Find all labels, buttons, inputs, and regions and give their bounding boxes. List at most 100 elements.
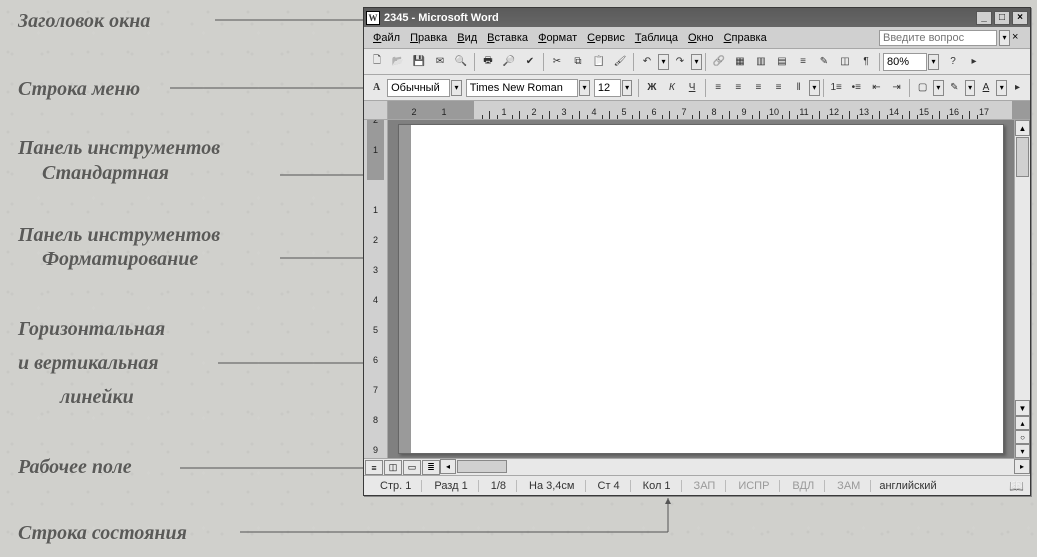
status-rec[interactable]: ЗАП	[684, 480, 727, 492]
scroll-thumb[interactable]	[1016, 137, 1029, 177]
hyperlink-icon[interactable]: 🔗	[709, 52, 729, 72]
menubar: Файл Правка Вид Вставка Формат Сервис Та…	[364, 27, 1030, 49]
close-button[interactable]: ×	[1012, 11, 1028, 25]
ask-question-input[interactable]	[879, 30, 997, 46]
scroll-right-icon[interactable]: ▸	[1014, 459, 1030, 474]
label-titlebar: Заголовок окна	[18, 10, 150, 33]
horizontal-ruler[interactable]: 211234567891011121314151617	[388, 101, 1030, 120]
borders-icon[interactable]: ▢	[913, 78, 932, 98]
paste-icon[interactable]: 📋	[589, 52, 609, 72]
prev-page-icon[interactable]: ▴	[1015, 416, 1030, 430]
save-icon[interactable]: 💾	[409, 52, 429, 72]
new-icon[interactable]: 🗋	[367, 52, 387, 72]
status-page: Стр. 1	[370, 480, 422, 492]
insert-table-icon[interactable]: ▥	[751, 52, 771, 72]
align-justify-icon[interactable]: ≡	[769, 78, 788, 98]
scroll-down-icon[interactable]: ▼	[1015, 400, 1030, 416]
indent-icon[interactable]: ⇥	[887, 78, 906, 98]
vertical-scrollbar[interactable]: ▲ ▼ ▴ ○ ▾	[1014, 120, 1030, 458]
numbered-list-icon[interactable]: 1≡	[827, 78, 846, 98]
view-web-icon[interactable]: ◫	[384, 460, 402, 475]
menu-format[interactable]: Формат	[533, 30, 582, 46]
redo-icon[interactable]: ↷	[670, 52, 690, 72]
format-painter-icon[interactable]: 🖌	[610, 52, 630, 72]
fontsize-combo[interactable]: 12	[594, 79, 621, 97]
spellcheck-icon[interactable]: ✔	[520, 52, 540, 72]
align-left-icon[interactable]: ≡	[709, 78, 728, 98]
menu-edit[interactable]: Правка	[405, 30, 452, 46]
menu-window[interactable]: Окно	[683, 30, 719, 46]
copy-icon[interactable]: ⧉	[568, 52, 588, 72]
spell-status-icon[interactable]: 📖	[1009, 479, 1024, 493]
scroll-up-icon[interactable]: ▲	[1015, 120, 1030, 136]
font-combo[interactable]: Times New Roman	[466, 79, 579, 97]
minimize-button[interactable]: _	[976, 11, 992, 25]
next-page-icon[interactable]: ▾	[1015, 444, 1030, 458]
view-print-icon[interactable]: ▭	[403, 460, 421, 475]
align-center-icon[interactable]: ≡	[729, 78, 748, 98]
zoom-dropdown[interactable]: ▾	[928, 54, 939, 70]
menu-view[interactable]: Вид	[452, 30, 482, 46]
font-color-dropdown[interactable]: ▾	[996, 80, 1007, 96]
pilcrow-icon[interactable]: ¶	[856, 52, 876, 72]
search-icon[interactable]: 🔍	[451, 52, 471, 72]
toolbar-more-icon[interactable]: ▸	[964, 52, 984, 72]
line-spacing-dropdown[interactable]: ▾	[809, 80, 820, 96]
columns-icon[interactable]: ≡	[793, 52, 813, 72]
bold-button[interactable]: Ж	[642, 78, 661, 98]
undo-icon[interactable]: ↶	[637, 52, 657, 72]
highlight-icon[interactable]: ✎	[945, 78, 964, 98]
style-dropdown[interactable]: ▾	[451, 80, 462, 96]
titlebar[interactable]: W 2345 - Microsoft Word _ □ ×	[364, 8, 1030, 27]
toolbar-fmt-more-icon[interactable]: ▸	[1008, 78, 1027, 98]
open-icon[interactable]: 📂	[388, 52, 408, 72]
menu-close-icon[interactable]: ×	[1012, 31, 1026, 45]
status-ovr[interactable]: ЗАМ	[827, 480, 871, 492]
browse-object-icon[interactable]: ○	[1015, 430, 1030, 444]
zoom-combo[interactable]: 80%	[883, 53, 927, 71]
menu-table[interactable]: Таблица	[630, 30, 683, 46]
tables-borders-icon[interactable]: ▦	[730, 52, 750, 72]
font-color-icon[interactable]: A	[976, 78, 995, 98]
borders-dropdown[interactable]: ▾	[933, 80, 944, 96]
page[interactable]	[398, 124, 1004, 454]
status-trk[interactable]: ИСПР	[728, 480, 780, 492]
menu-insert[interactable]: Вставка	[482, 30, 533, 46]
status-language[interactable]: английский	[879, 480, 936, 492]
highlight-dropdown[interactable]: ▾	[965, 80, 976, 96]
view-outline-icon[interactable]: ≣	[422, 460, 440, 475]
status-ext[interactable]: ВДЛ	[782, 480, 825, 492]
excel-icon[interactable]: ▤	[772, 52, 792, 72]
label-toolbar-fmt-1: Панель инструментов	[18, 224, 220, 247]
hscroll-thumb[interactable]	[457, 460, 507, 473]
mail-icon[interactable]: ✉	[430, 52, 450, 72]
italic-button[interactable]: К	[662, 78, 681, 98]
align-right-icon[interactable]: ≡	[749, 78, 768, 98]
view-normal-icon[interactable]: ≡	[365, 460, 383, 475]
cut-icon[interactable]: ✂	[547, 52, 567, 72]
fontsize-dropdown[interactable]: ▾	[622, 80, 633, 96]
scroll-left-icon[interactable]: ◂	[440, 459, 456, 474]
menu-file[interactable]: Файл	[368, 30, 405, 46]
ask-dropdown[interactable]: ▾	[999, 30, 1010, 46]
style-combo[interactable]: Обычный	[387, 79, 450, 97]
help-icon[interactable]: ?	[943, 52, 963, 72]
drawing-icon[interactable]: ✎	[814, 52, 834, 72]
line-spacing-icon[interactable]: ‖	[789, 78, 808, 98]
horizontal-scrollbar[interactable]: ◂ ▸	[440, 459, 1030, 475]
menu-help[interactable]: Справка	[719, 30, 772, 46]
outdent-icon[interactable]: ⇤	[867, 78, 886, 98]
underline-button[interactable]: Ч	[683, 78, 702, 98]
font-dropdown[interactable]: ▾	[579, 80, 590, 96]
styles-icon[interactable]: A	[367, 78, 386, 98]
document-area[interactable]: ▲ ▼ ▴ ○ ▾	[388, 120, 1030, 458]
print-icon[interactable]: 🖶	[478, 52, 498, 72]
preview-icon[interactable]: 🔎	[499, 52, 519, 72]
bulleted-list-icon[interactable]: •≡	[847, 78, 866, 98]
redo-dropdown[interactable]: ▾	[691, 54, 702, 70]
maximize-button[interactable]: □	[994, 11, 1010, 25]
undo-dropdown[interactable]: ▾	[658, 54, 669, 70]
docmap-icon[interactable]: ◫	[835, 52, 855, 72]
menu-service[interactable]: Сервис	[582, 30, 630, 46]
vertical-ruler[interactable]: 2112345678910	[364, 120, 388, 458]
